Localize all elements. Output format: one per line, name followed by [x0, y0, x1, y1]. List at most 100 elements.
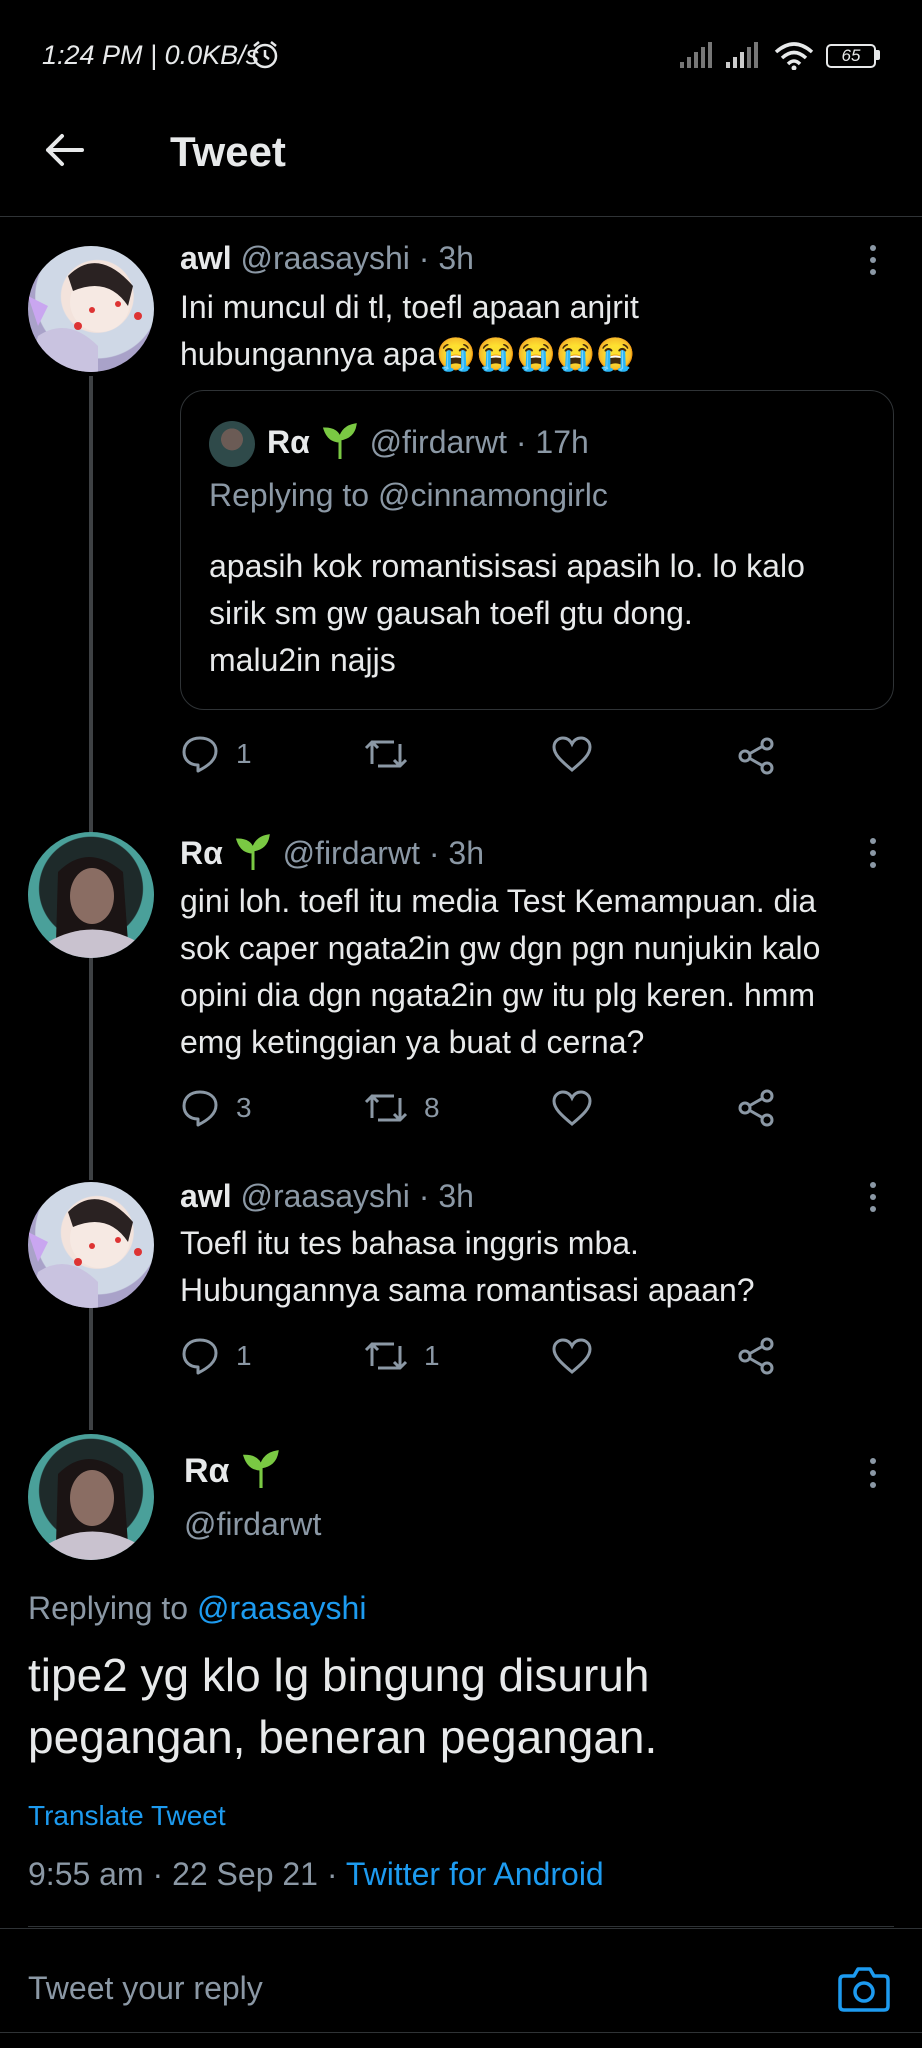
avatar[interactable] [28, 246, 154, 372]
quote-time: · 17h [515, 424, 589, 460]
status-bar: 1:24 PM | 0.0KB/s 65 [0, 0, 922, 110]
status-time: 1:24 PM | 0.0KB/s [42, 40, 260, 70]
sprout-icon [242, 1450, 279, 1488]
tweet-text: Toefl itu tes bahasa inggris mba. Hubung… [180, 1220, 900, 1314]
retweet-button[interactable]: 8 [364, 1088, 440, 1128]
retweet-icon [364, 740, 408, 768]
author-handle[interactable]: @firdarwt [283, 835, 420, 871]
tweet-text-line: Ini muncul di tl, toefl apaan anjrit [180, 289, 639, 325]
share-button[interactable] [736, 1088, 792, 1128]
share-icon [738, 737, 774, 775]
more-options-icon[interactable] [870, 1458, 878, 1494]
thread-line [89, 376, 93, 836]
heart-icon [552, 736, 592, 772]
reply-button[interactable]: 1 [180, 1336, 252, 1376]
quote-text-line: apasih kok romantisisasi apasih lo. lo k… [209, 548, 805, 584]
tweet-meta: 9:55 am · 22 Sep 21 · Twitter for Androi… [28, 1856, 604, 1893]
reply-button[interactable]: 3 [180, 1088, 252, 1128]
author-name[interactable]: awl [180, 240, 232, 276]
author-handle[interactable]: @raasayshi [240, 240, 409, 276]
tweet-source[interactable]: Twitter for Android [346, 1856, 604, 1892]
wifi-icon [774, 42, 814, 70]
reply-button[interactable]: 1 [180, 734, 252, 774]
retweet-count: 8 [424, 1092, 440, 1123]
tweet-text-line: hubungannya apa😭😭😭😭😭 [180, 336, 636, 372]
retweet-button[interactable] [364, 734, 424, 774]
tweet-timestamp: 9:55 am · 22 Sep 21 · [28, 1856, 338, 1892]
author-name[interactable]: awl [180, 1178, 232, 1214]
author-handle[interactable]: @raasayshi [240, 1178, 409, 1214]
main-tweet-line: tipe2 yg klo lg bingung disuruh [28, 1649, 650, 1701]
reply-bar: Tweet your reply [0, 1928, 922, 2048]
tweet-time: · 3h [418, 1178, 474, 1214]
replying-label: Replying to [28, 1590, 189, 1626]
tweet-time: · 3h [428, 835, 484, 871]
avatar[interactable] [28, 1182, 154, 1308]
more-options-icon[interactable] [870, 1182, 878, 1218]
thread-line [89, 1300, 93, 1430]
main-tweet-text: tipe2 yg klo lg bingung disuruh pegangan… [28, 1644, 657, 1768]
avatar[interactable] [28, 832, 154, 958]
tweet-text: gini loh. toefl itu media Test Kemampuan… [180, 878, 900, 1066]
alarm-icon [252, 41, 278, 69]
retweet-count: 1 [424, 1340, 440, 1371]
share-icon [738, 1337, 774, 1375]
reply-count: 1 [236, 738, 252, 769]
reply-input[interactable]: Tweet your reply [28, 1970, 263, 2007]
main-divider [28, 1926, 894, 1927]
tweet-text-line: sok caper ngata2in gw dgn pgn nunjukin k… [180, 930, 821, 966]
reply-count: 3 [236, 1092, 252, 1123]
author-name[interactable]: Rα [180, 835, 223, 871]
main-tweet-line: pegangan, beneran pegangan. [28, 1711, 658, 1763]
share-icon [738, 1089, 774, 1127]
reply-count: 1 [236, 1340, 252, 1371]
reply-icon [182, 736, 218, 773]
more-options-icon[interactable] [870, 838, 878, 874]
tweet-text-line: opini dia dgn ngata2in gw itu plg keren.… [180, 977, 816, 1013]
reply-icon [182, 1090, 218, 1127]
tweet-text-line: gini loh. toefl itu media Test Kemampuan… [180, 883, 817, 919]
avatar[interactable] [28, 1434, 154, 1560]
avatar-image [48, 857, 138, 958]
more-options-icon[interactable] [870, 245, 878, 281]
battery-tip [876, 50, 880, 60]
avatar-image [28, 263, 142, 372]
battery-icon: 65 [826, 44, 876, 68]
replying-to: Replying to @raasayshi [28, 1590, 366, 1627]
like-button[interactable] [552, 1338, 608, 1374]
share-button[interactable] [736, 736, 792, 776]
heart-icon [552, 1090, 592, 1126]
quote-text-line: sirik sm gw gausah toefl gtu dong. [209, 595, 693, 631]
thread-line [89, 958, 93, 1180]
like-button[interactable] [552, 736, 608, 772]
replying-handle[interactable]: @raasayshi [197, 1590, 366, 1626]
tweet-text: Ini muncul di tl, toefl apaan anjrit hub… [180, 284, 880, 378]
reply-bar-bottom-divider [0, 2032, 922, 2033]
quote-author-name: Rα [267, 424, 310, 460]
like-button[interactable] [552, 1090, 608, 1126]
quote-text: apasih kok romantisisasi apasih lo. lo k… [209, 543, 879, 684]
signal-icon-2 [726, 42, 758, 68]
share-button[interactable] [736, 1336, 792, 1376]
retweet-button[interactable]: 1 [364, 1336, 440, 1376]
back-arrow-icon[interactable] [42, 128, 86, 172]
avatar-image [48, 1459, 138, 1560]
tweet-text-line: Hubungannya sama romantisasi apaan? [180, 1272, 755, 1308]
tweet-text-line: Toefl itu tes bahasa inggris mba. [180, 1225, 639, 1261]
reply-icon [182, 1338, 218, 1375]
sprout-icon [322, 423, 357, 459]
main-author-name[interactable]: Rα [184, 1452, 229, 1490]
page-title: Tweet [170, 128, 286, 175]
main-author-handle[interactable]: @firdarwt [184, 1506, 321, 1543]
header-divider [0, 216, 922, 217]
camera-icon[interactable] [838, 1964, 890, 2012]
sprout-icon [235, 834, 270, 870]
heart-icon [552, 1338, 592, 1374]
tweet-time: · 3h [418, 240, 474, 276]
quote-avatar [209, 421, 255, 467]
avatar-image [28, 1199, 142, 1308]
quoted-tweet[interactable]: Rα @firdarwt · 17h Replying to @cinnamon… [180, 390, 894, 710]
translate-tweet-link[interactable]: Translate Tweet [28, 1800, 226, 1832]
quote-replying-to: Replying to @cinnamongirlc [209, 477, 608, 513]
signal-icon [680, 42, 712, 68]
